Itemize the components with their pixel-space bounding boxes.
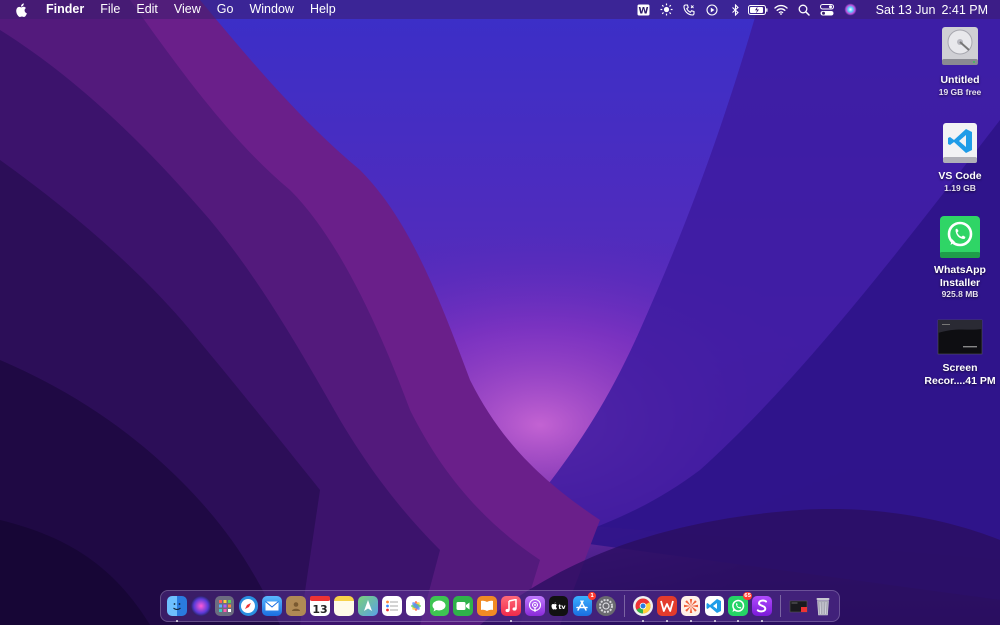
dock-maps[interactable] — [358, 596, 378, 616]
desktop-item-name: VS Code — [938, 170, 982, 182]
hard-drive-icon — [937, 24, 983, 70]
dock-mail[interactable] — [262, 596, 283, 616]
desktop-item-sub: 925.8 MB — [941, 289, 979, 299]
dock-photos[interactable] — [405, 596, 426, 616]
desktop-item-name: WhatsApp — [934, 264, 986, 276]
running-indicator — [737, 620, 740, 622]
dock-music[interactable] — [501, 596, 521, 622]
clock-date: Sat 13 Jun — [875, 2, 936, 17]
running-indicator — [761, 620, 764, 622]
clock-time: 2:41 PM — [941, 2, 988, 17]
menu-go[interactable]: Go — [209, 0, 242, 19]
dock-facetime[interactable] — [453, 596, 474, 616]
running-indicator — [689, 620, 692, 622]
screen-recording-icon — [937, 312, 983, 358]
word-icon[interactable]: W — [632, 0, 655, 19]
notification-badge: 1 — [588, 592, 597, 600]
dock-wps-office[interactable] — [657, 596, 677, 622]
dock-safari[interactable] — [238, 596, 259, 616]
desktop-item-whatsapp-installer[interactable]: WhatsApp Installer 925.8 MB — [924, 214, 996, 299]
dock-trash[interactable] — [813, 596, 833, 616]
dock-system-preferences[interactable] — [596, 596, 616, 616]
battery-icon[interactable] — [747, 0, 770, 19]
dock-calendar[interactable]: 13 — [310, 596, 331, 616]
dock-reminders[interactable] — [381, 596, 402, 616]
dock-notes[interactable] — [334, 596, 354, 616]
menu-help[interactable]: Help — [302, 0, 344, 19]
running-indicator — [176, 620, 179, 622]
dock-screen-recording[interactable] — [789, 596, 809, 616]
menu-clock[interactable]: Sat 13 Jun 2:41 PM — [862, 3, 988, 17]
desktop-item-name-line2: Installer — [939, 276, 981, 289]
dock-separator — [780, 595, 782, 617]
running-indicator — [713, 620, 716, 622]
dock-setapp[interactable] — [752, 596, 772, 622]
desktop-item-name-line2: Recor....41 PM — [924, 374, 996, 387]
menu-bar: Finder File Edit View Go Window Help W S… — [0, 0, 1000, 19]
whatsapp-icon — [937, 214, 983, 260]
phone-icon[interactable] — [678, 0, 701, 19]
dock-tv[interactable]: tv — [548, 596, 569, 616]
dock-podcasts[interactable] — [524, 596, 545, 616]
dock-messages[interactable] — [429, 596, 450, 616]
desktop-item-vscode[interactable]: VS Code 1.19 GB — [924, 120, 996, 193]
bluetooth-icon[interactable] — [724, 0, 747, 19]
desktop-wallpaper — [0, 0, 1000, 625]
siri-icon[interactable] — [839, 0, 862, 19]
desktop-item-sub: 1.19 GB — [944, 182, 976, 193]
desktop-item-sub: 19 GB free — [938, 86, 982, 97]
dock-siri[interactable] — [190, 596, 211, 616]
sun-icon[interactable] — [655, 0, 678, 19]
notification-badge: 65 — [743, 592, 753, 600]
menu-view[interactable]: View — [166, 0, 209, 19]
running-indicator — [666, 620, 668, 622]
menu-edit[interactable]: Edit — [128, 0, 166, 19]
svg-text:13: 13 — [312, 603, 327, 616]
dock: 13 tv 1 65 — [160, 590, 840, 622]
dock-contacts[interactable] — [286, 596, 306, 616]
desktop-item-untitled[interactable]: Untitled 19 GB free — [924, 24, 996, 97]
running-indicator — [510, 620, 513, 622]
svg-text:tv: tv — [558, 603, 566, 611]
svg-text:W: W — [638, 6, 648, 16]
dock-books[interactable] — [477, 596, 497, 616]
search-icon[interactable] — [793, 0, 816, 19]
dock-pinwheel[interactable] — [680, 596, 701, 622]
desktop-item-name: Screen — [942, 362, 978, 374]
menu-file[interactable]: File — [92, 0, 128, 19]
dock-finder[interactable] — [167, 596, 187, 622]
control-center-icon[interactable] — [816, 0, 839, 19]
dock-app-store[interactable]: 1 — [572, 592, 597, 616]
dock-whatsapp[interactable]: 65 — [728, 592, 753, 622]
dock-chrome[interactable] — [633, 596, 653, 622]
menu-window[interactable]: Window — [241, 0, 301, 19]
desktop-item-screen-recording[interactable]: Screen Recor....41 PM — [924, 312, 996, 387]
wifi-icon[interactable] — [770, 0, 793, 19]
play-icon[interactable] — [701, 0, 724, 19]
vscode-icon — [937, 120, 983, 166]
dock-vs-code[interactable] — [704, 596, 725, 622]
running-indicator — [642, 620, 645, 622]
dock-separator — [624, 595, 626, 617]
dock-launchpad[interactable] — [214, 596, 235, 616]
desktop-item-name: Untitled — [940, 74, 980, 86]
menu-app-name[interactable]: Finder — [38, 0, 92, 19]
apple-menu-icon[interactable] — [10, 2, 32, 17]
